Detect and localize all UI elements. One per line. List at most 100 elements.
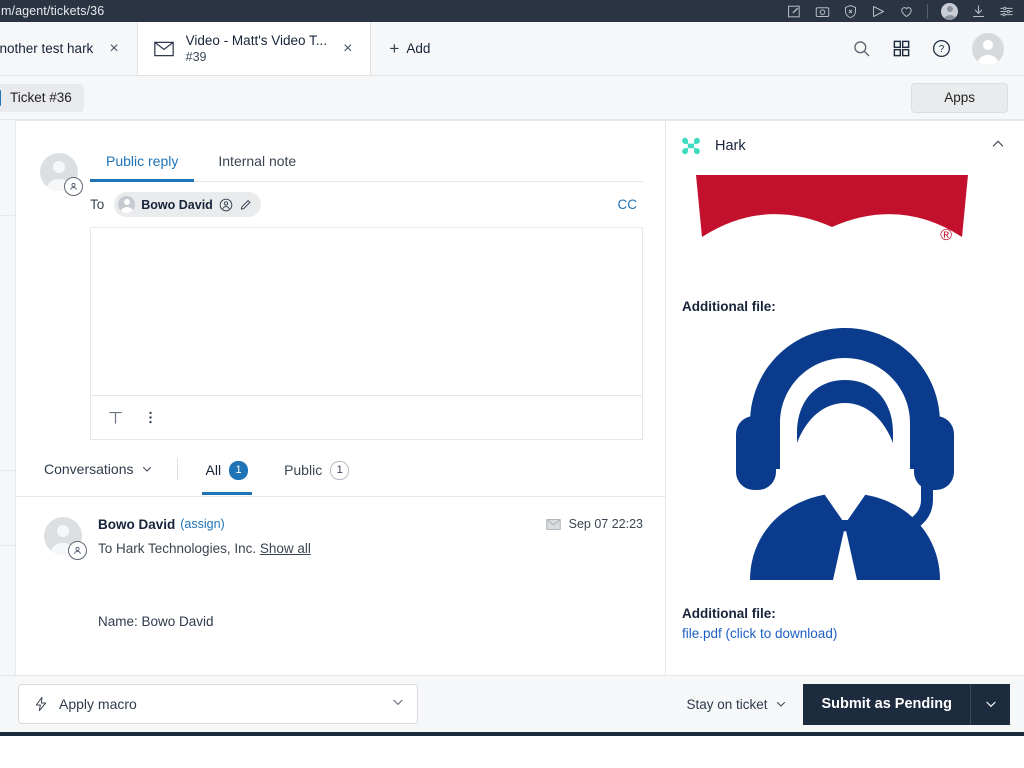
submit-button-group: Submit as Pending: [803, 684, 1010, 725]
hark-logo-icon: [680, 135, 702, 157]
svg-text:?: ?: [939, 44, 945, 55]
headset-agent-illustration: [680, 320, 1010, 588]
submit-options-button[interactable]: [970, 684, 1010, 725]
ticket-tab-strip: another test hark × Video - Matt's Video…: [0, 22, 1024, 76]
filter-tab-public-label: Public: [284, 462, 322, 478]
additional-file-label-1: Additional file:: [682, 299, 1010, 314]
ticket-tab-2-texts: Video - Matt's Video T... #39: [186, 33, 327, 64]
rail-segment-1: [0, 120, 15, 216]
conversation-entry: Bowo David (assign) Sep 07 22:23 To Hark…: [16, 497, 665, 629]
conversations-dropdown[interactable]: Conversations: [44, 461, 153, 493]
app-sidebar: Hark ® Additional file:: [666, 120, 1024, 675]
registered-mark: ®: [940, 227, 952, 245]
app-sidebar-body: ® Additional file: Additi: [666, 169, 1024, 641]
divider: [177, 458, 178, 480]
agent-badge-icon: [68, 541, 87, 560]
tab-public-reply[interactable]: Public reply: [90, 143, 194, 181]
url-text[interactable]: m/agent/tickets/36: [0, 4, 104, 18]
assign-link[interactable]: (assign): [180, 517, 224, 531]
add-tab-label: Add: [406, 41, 430, 56]
apply-macro-label: Apply macro: [59, 696, 137, 712]
filter-tab-public-count: 1: [330, 461, 349, 480]
composer-avatar-block: [40, 153, 84, 440]
conversation-main: Bowo David (assign) Sep 07 22:23 To Hark…: [98, 517, 643, 629]
app-sidebar-header: Hark: [666, 121, 1024, 169]
tab-internal-note[interactable]: Internal note: [202, 143, 312, 181]
edit-recipient-icon[interactable]: [239, 198, 253, 212]
help-icon[interactable]: ?: [932, 39, 951, 58]
filter-tab-all[interactable]: All 1: [202, 461, 253, 494]
breadcrumb-bar: Ticket #36 Apps: [0, 76, 1024, 120]
agent-badge-icon: [64, 177, 83, 196]
search-icon[interactable]: [852, 39, 871, 58]
lightning-bolt-icon: [33, 696, 49, 712]
filter-tab-all-label: All: [206, 462, 222, 478]
conversation-author: Bowo David: [98, 517, 175, 532]
conversation-avatar-block: [44, 517, 88, 629]
cc-link[interactable]: CC: [618, 197, 638, 212]
chevron-down-icon: [984, 697, 998, 711]
ticket-tab-1-close-icon[interactable]: ×: [105, 39, 122, 59]
ticket-tab-2-close-icon[interactable]: ×: [339, 39, 356, 59]
tabstrip-actions: ?: [852, 22, 1024, 75]
recipient-chip[interactable]: Bowo David: [114, 192, 261, 217]
filter-tab-public[interactable]: Public 1: [280, 461, 353, 494]
recipient-row: To Bowo David CC: [90, 182, 643, 228]
apps-button[interactable]: Apps: [911, 83, 1008, 113]
apply-macro-dropdown[interactable]: Apply macro: [18, 684, 418, 724]
additional-file-label-2: Additional file:: [682, 606, 1010, 621]
camera-icon[interactable]: [815, 4, 830, 19]
editor-toolbar: [90, 396, 643, 440]
chevron-up-icon[interactable]: [990, 136, 1006, 157]
plus-icon: +: [389, 40, 399, 57]
download-icon[interactable]: [971, 4, 986, 19]
settings-sliders-icon[interactable]: [999, 4, 1014, 19]
ticket-footer: Apply macro Stay on ticket Submit as Pen…: [0, 675, 1024, 732]
recipient-avatar-icon: [118, 196, 135, 213]
reply-tab-group: Public reply Internal note: [90, 143, 643, 182]
breadcrumb-accent: [0, 90, 1, 106]
left-rail: [0, 120, 16, 675]
chevron-down-icon: [141, 463, 153, 475]
submit-button[interactable]: Submit as Pending: [803, 684, 970, 725]
conversation-body: Name: Bowo David: [98, 614, 643, 629]
reply-composer: Public reply Internal note To Bowo David: [16, 121, 665, 440]
shield-blocked-icon[interactable]: [843, 4, 858, 19]
conversations-label: Conversations: [44, 461, 134, 477]
composer-main: Public reply Internal note To Bowo David: [90, 143, 643, 440]
to-label: To: [90, 197, 104, 212]
filter-tab-all-count: 1: [229, 461, 248, 480]
breadcrumb-ticket-chip[interactable]: Ticket #36: [0, 84, 84, 112]
profile-icon[interactable]: [941, 3, 958, 20]
more-options-icon[interactable]: [142, 409, 159, 426]
add-tab-button[interactable]: + Add: [371, 22, 448, 75]
text-format-icon[interactable]: [107, 409, 124, 426]
stay-on-ticket-dropdown[interactable]: Stay on ticket: [686, 697, 787, 712]
browser-icon-group: [787, 3, 1018, 20]
recipient-name: Bowo David: [141, 198, 213, 212]
ticket-tab-2-title: Video - Matt's Video T...: [186, 33, 327, 48]
reply-editor[interactable]: [90, 228, 643, 396]
conversation-timestamp: Sep 07 22:23: [569, 517, 643, 531]
rail-segment-3: [0, 471, 15, 546]
app-sidebar-title: Hark: [715, 138, 746, 154]
ticket-center-column: Public reply Internal note To Bowo David: [16, 120, 666, 675]
heart-icon[interactable]: [899, 4, 914, 19]
send-icon[interactable]: [871, 4, 886, 19]
stay-on-ticket-label: Stay on ticket: [686, 697, 767, 712]
conversation-header: Bowo David (assign) Sep 07 22:23: [98, 517, 643, 532]
show-all-link[interactable]: Show all: [260, 541, 311, 556]
ticket-tab-2[interactable]: Video - Matt's Video T... #39 ×: [138, 22, 372, 75]
ticket-tab-1-texts: another test hark: [0, 41, 93, 56]
file-download-link[interactable]: file.pdf (click to download): [682, 626, 1010, 641]
recipient-profile-icon[interactable]: [219, 198, 233, 212]
mail-icon: [154, 41, 174, 57]
ticket-tab-1[interactable]: another test hark ×: [0, 22, 138, 75]
conversation-recipient-text: To Hark Technologies, Inc.: [98, 541, 256, 556]
edit-icon[interactable]: [787, 4, 802, 19]
chevron-down-icon: [775, 698, 787, 710]
browser-toolbar: m/agent/tickets/36: [0, 0, 1024, 22]
user-avatar[interactable]: [972, 33, 1004, 65]
divider: [927, 4, 928, 19]
apps-grid-icon[interactable]: [892, 39, 911, 58]
